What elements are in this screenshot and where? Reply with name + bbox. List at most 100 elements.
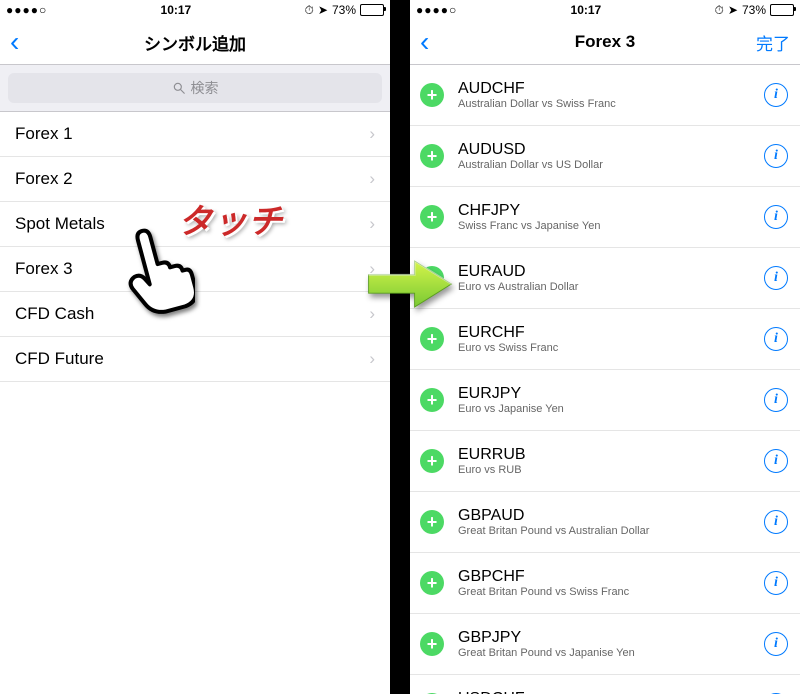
category-label: Spot Metals bbox=[15, 214, 105, 234]
info-button[interactable]: i bbox=[764, 327, 788, 351]
symbol-text: EURJPYEuro vs Japanise Yen bbox=[458, 385, 764, 415]
chevron-right-icon: › bbox=[369, 214, 375, 234]
symbol-desc: Australian Dollar vs US Dollar bbox=[458, 159, 764, 171]
chevron-right-icon: › bbox=[369, 304, 375, 324]
symbol-row: +USDCHFUS Dollar vs Swiss Franci bbox=[410, 675, 800, 694]
symbol-desc: Euro vs RUB bbox=[458, 464, 764, 476]
navbar: ‹ Forex 3 完了 bbox=[410, 20, 800, 65]
chevron-right-icon: › bbox=[369, 169, 375, 189]
add-button[interactable]: + bbox=[420, 449, 444, 473]
info-button[interactable]: i bbox=[764, 449, 788, 473]
symbol-desc: Euro vs Australian Dollar bbox=[458, 281, 764, 293]
page-title: シンボル追加 bbox=[144, 30, 246, 55]
symbol-desc: Swiss Franc vs Japanise Yen bbox=[458, 220, 764, 232]
location-icon: ➤ bbox=[318, 3, 328, 17]
back-button[interactable]: ‹ bbox=[0, 20, 29, 64]
add-button[interactable]: + bbox=[420, 327, 444, 351]
symbol-text: GBPCHFGreat Britan Pound vs Swiss Franc bbox=[458, 568, 764, 598]
chevron-right-icon: › bbox=[369, 349, 375, 369]
add-button[interactable]: + bbox=[420, 205, 444, 229]
location-icon: ➤ bbox=[728, 3, 738, 17]
chevron-left-icon: ‹ bbox=[10, 28, 19, 56]
symbol-text: GBPJPYGreat Britan Pound vs Japanise Yen bbox=[458, 629, 764, 659]
symbol-row: + GBPAUDGreat Britan Pound vs Australian … bbox=[410, 492, 800, 553]
back-button[interactable]: ‹ bbox=[410, 20, 439, 64]
symbol-row: + EURJPYEuro vs Japanise Yeni bbox=[410, 370, 800, 431]
info-button[interactable]: i bbox=[764, 388, 788, 412]
symbol-row: + EURAUDEuro vs Australian Dollari bbox=[410, 248, 800, 309]
info-button[interactable]: i bbox=[764, 266, 788, 290]
category-row[interactable]: CFD Future› bbox=[0, 337, 390, 382]
symbol-row: + AUDUSDAustralian Dollar vs US Dollari bbox=[410, 126, 800, 187]
page-title: Forex 3 bbox=[575, 32, 635, 52]
alarm-icon: ⏱ bbox=[715, 3, 724, 18]
category-row[interactable]: Spot Metals › bbox=[0, 202, 390, 247]
add-button[interactable]: + bbox=[420, 571, 444, 595]
info-button[interactable]: i bbox=[764, 144, 788, 168]
add-button[interactable]: + bbox=[420, 144, 444, 168]
search-container: 検索 bbox=[0, 65, 390, 112]
add-button[interactable]: + bbox=[420, 266, 444, 290]
symbol-desc: Euro vs Swiss Franc bbox=[458, 342, 764, 354]
symbol-code: AUDUSD bbox=[458, 141, 764, 159]
symbol-row: + GBPCHFGreat Britan Pound vs Swiss Franc… bbox=[410, 553, 800, 614]
category-list: Forex 1›Forex 2›Spot Metals›Forex 3›CFD … bbox=[0, 112, 390, 694]
search-input[interactable]: 検索 bbox=[8, 73, 382, 103]
symbol-code: AUDCHF bbox=[458, 80, 764, 98]
info-button[interactable]: i bbox=[764, 205, 788, 229]
category-row[interactable]: CFD Cash › bbox=[0, 292, 390, 337]
symbol-row: + CHFJPYSwiss Franc vs Japanise Yeni bbox=[410, 187, 800, 248]
category-row[interactable]: Forex 1› bbox=[0, 112, 390, 157]
symbol-row: + EURRUBEuro vs RUBi bbox=[410, 431, 800, 492]
info-button[interactable]: i bbox=[764, 83, 788, 107]
symbol-code: EURAUD bbox=[458, 263, 764, 281]
symbol-text: EURRUBEuro vs RUB bbox=[458, 446, 764, 476]
symbol-text: CHFJPYSwiss Franc vs Japanise Yen bbox=[458, 202, 764, 232]
symbol-text: AUDUSDAustralian Dollar vs US Dollar bbox=[458, 141, 764, 171]
alarm-icon: ⏱ bbox=[305, 3, 314, 18]
category-row[interactable]: Forex 3› bbox=[0, 247, 390, 292]
info-button[interactable]: i bbox=[764, 632, 788, 656]
symbol-desc: Euro vs Japanise Yen bbox=[458, 403, 764, 415]
symbol-row: + GBPJPYGreat Britan Pound vs Japanise Ye… bbox=[410, 614, 800, 675]
screen-add-symbol: ●●●●○ 10:17 ⏱ ➤ 73% ‹ シンボル追加 検索 Forex 1›… bbox=[0, 0, 390, 694]
done-button[interactable]: 完了 bbox=[746, 20, 800, 64]
status-time: 10:17 bbox=[457, 3, 714, 17]
symbol-code: CHFJPY bbox=[458, 202, 764, 220]
category-label: Forex 2 bbox=[15, 169, 73, 189]
battery-icon bbox=[360, 4, 384, 16]
add-button[interactable]: + bbox=[420, 510, 444, 534]
navbar: ‹ シンボル追加 bbox=[0, 20, 390, 65]
symbol-code: USDCHF bbox=[458, 690, 764, 694]
search-placeholder: 検索 bbox=[191, 78, 219, 98]
symbol-code: EURCHF bbox=[458, 324, 764, 342]
category-label: CFD Cash bbox=[15, 304, 94, 324]
symbol-text: EURAUDEuro vs Australian Dollar bbox=[458, 263, 764, 293]
signal-icon: ●●●●○ bbox=[6, 3, 47, 17]
symbol-code: EURRUB bbox=[458, 446, 764, 464]
signal-icon: ●●●●○ bbox=[416, 3, 457, 17]
status-time: 10:17 bbox=[47, 3, 304, 17]
symbol-code: GBPJPY bbox=[458, 629, 764, 647]
add-button[interactable]: + bbox=[420, 632, 444, 656]
add-button[interactable]: + bbox=[420, 83, 444, 107]
info-button[interactable]: i bbox=[764, 510, 788, 534]
symbol-desc: Australian Dollar vs Swiss Franc bbox=[458, 98, 764, 110]
symbol-text: USDCHFUS Dollar vs Swiss Franc bbox=[458, 690, 764, 694]
symbol-text: AUDCHFAustralian Dollar vs Swiss Franc bbox=[458, 80, 764, 110]
category-label: Forex 3 bbox=[15, 259, 73, 279]
symbol-desc: Great Britan Pound vs Australian Dollar bbox=[458, 525, 764, 537]
symbol-row: + AUDCHFAustralian Dollar vs Swiss Franci bbox=[410, 65, 800, 126]
symbol-text: EURCHFEuro vs Swiss Franc bbox=[458, 324, 764, 354]
symbol-desc: Great Britan Pound vs Japanise Yen bbox=[458, 647, 764, 659]
info-button[interactable]: i bbox=[764, 571, 788, 595]
category-row[interactable]: Forex 2 › bbox=[0, 157, 390, 202]
symbol-text: GBPAUDGreat Britan Pound vs Australian D… bbox=[458, 507, 764, 537]
battery-percent: 73% bbox=[332, 3, 356, 17]
add-button[interactable]: + bbox=[420, 388, 444, 412]
category-label: Forex 1 bbox=[15, 124, 73, 144]
status-bar: ●●●●○ 10:17 ⏱ ➤ 73% bbox=[410, 0, 800, 20]
battery-percent: 73% bbox=[742, 3, 766, 17]
chevron-left-icon: ‹ bbox=[420, 28, 429, 56]
screen-divider bbox=[390, 0, 410, 694]
